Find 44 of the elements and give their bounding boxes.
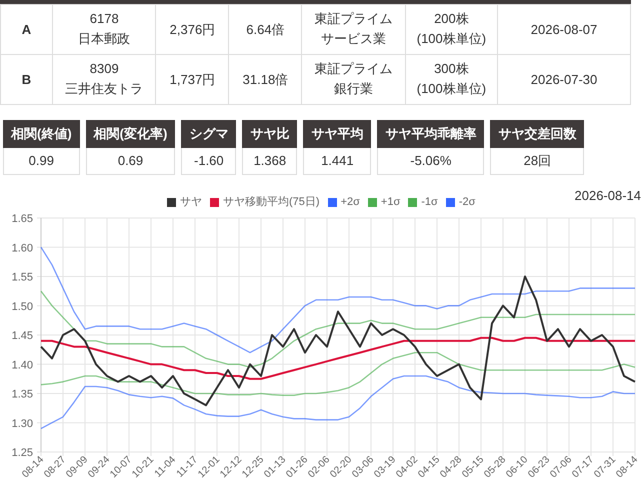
y-tick-label: 1.40 (12, 359, 33, 372)
legend-label: -2σ (458, 194, 476, 210)
date-cell: 2026-08-07 (498, 4, 630, 54)
market-sector: 東証プライム サービス業 (314, 10, 393, 48)
shares-unit: 200株 (100株単位) (416, 10, 486, 48)
metric-value: 28回 (490, 148, 584, 175)
y-tick-label: 1.55 (12, 272, 33, 284)
price-cell: 2,376円 (156, 4, 229, 54)
metric-header: 相関(終値) (3, 120, 80, 148)
legend-label: サヤ (180, 194, 202, 210)
chart-date: 2026-08-14 (574, 187, 641, 205)
metric-header: サヤ比 (242, 120, 298, 148)
row-label: B (0, 54, 52, 104)
metric-header: シグマ (181, 120, 236, 148)
legend-label: サヤ移動平均(75日) (223, 194, 320, 210)
legend-label: +2σ (340, 194, 360, 210)
metric-value: -1.60 (181, 148, 236, 175)
stock-code-name: 8309 三井住友トラ (65, 60, 144, 98)
date-cell: 2026-07-30 (498, 54, 630, 104)
shares-unit: 300株 (100株単位) (416, 60, 486, 98)
per-cell: 6.64倍 (228, 4, 302, 54)
legend-label: -1σ (421, 194, 438, 210)
metric-header: サヤ平均乖離率 (377, 120, 484, 148)
metric-value: 1.441 (303, 148, 372, 175)
metric-header: 相関(変化率) (86, 120, 176, 148)
y-tick-label: 1.60 (12, 242, 33, 254)
y-tick-label: 1.25 (12, 447, 33, 459)
y-tick-label: 1.30 (12, 418, 33, 430)
per-cell: 31.18倍 (228, 54, 302, 104)
metric-value: -5.06% (377, 148, 484, 175)
metric-value: 0.69 (86, 148, 176, 175)
y-tick-label: 1.50 (12, 300, 33, 313)
metric-header: サヤ交差回数 (490, 120, 584, 148)
y-tick-label: 1.65 (12, 213, 33, 225)
metric-value: 0.99 (3, 148, 80, 175)
legend-label: +1σ (380, 194, 400, 210)
metric-value: 1.368 (242, 148, 298, 175)
market-sector: 東証プライム 銀行業 (314, 60, 393, 98)
y-tick-label: 1.45 (12, 330, 33, 342)
metric-header: サヤ平均 (303, 120, 372, 148)
price-cell: 1,737円 (156, 54, 229, 104)
y-tick-label: 1.35 (12, 388, 33, 400)
stock-code-name: 6178 日本郵政 (78, 10, 130, 48)
row-label: A (0, 4, 52, 54)
